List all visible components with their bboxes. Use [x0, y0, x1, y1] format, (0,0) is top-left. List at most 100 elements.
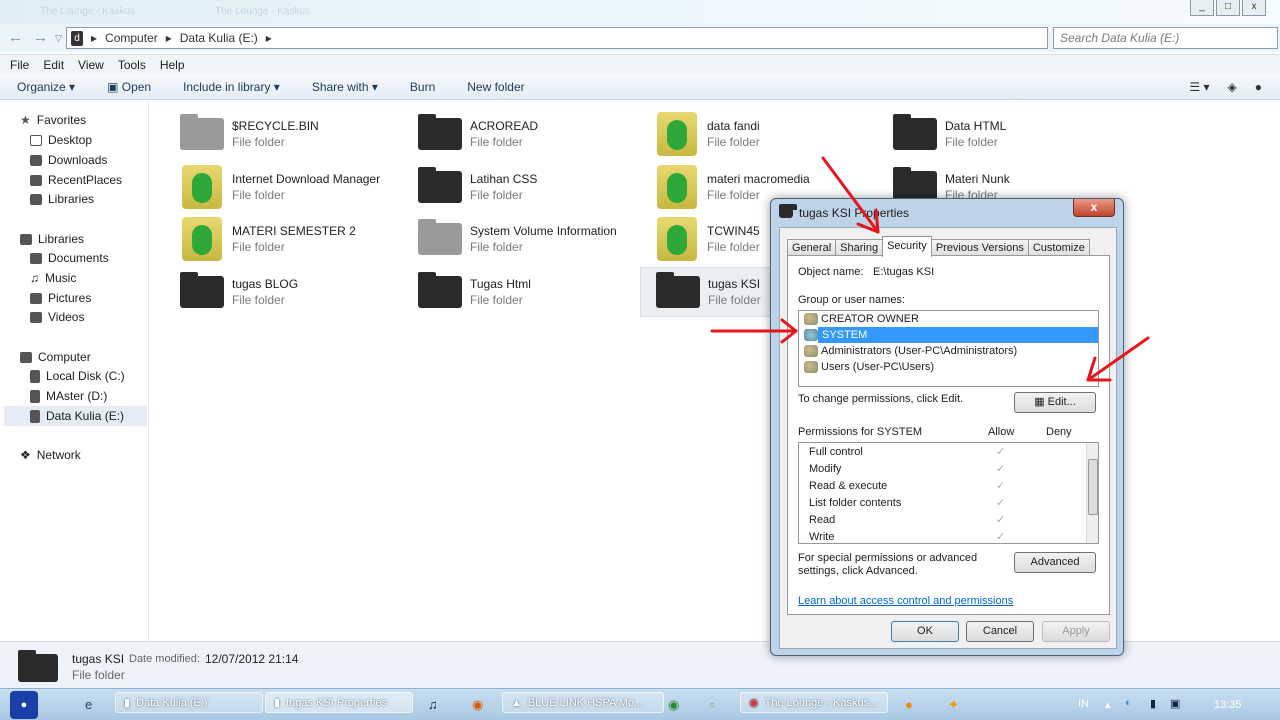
nav-music[interactable]: ♫ Music [30, 271, 76, 285]
user-item-selected[interactable]: SYSTEM [818, 327, 1098, 343]
nav-network[interactable]: ❖ Network [20, 448, 81, 462]
task-explorer[interactable]: ▮ Data Kulia (E:) [115, 692, 263, 713]
maximize-button[interactable]: □ [1216, 0, 1240, 16]
file-item[interactable]: data fandi File folder [640, 109, 870, 159]
file-item[interactable]: ACROREAD File folder [403, 109, 633, 159]
minimize-button[interactable]: _ [1190, 0, 1214, 16]
nav-documents[interactable]: Documents [30, 251, 109, 265]
file-item[interactable]: Internet Download Manager File folder [165, 162, 395, 212]
nav-computer[interactable]: Computer [20, 350, 91, 364]
firefox-icon[interactable]: ◉ [472, 697, 483, 713]
app-icon[interactable]: ◉ [668, 697, 679, 713]
clock[interactable]: 13:35 [1214, 699, 1242, 711]
nav-desktop[interactable]: Desktop [30, 133, 92, 147]
preview-pane-icon[interactable]: ◈ [1228, 80, 1237, 94]
start-button[interactable]: ● [10, 691, 38, 719]
search-input[interactable]: Search Data Kulia (E:) [1053, 27, 1278, 49]
tray-expand-icon[interactable]: ▴ [1105, 698, 1111, 711]
details-modified-label: Date modified: [129, 653, 200, 665]
recent-places-icon [30, 174, 42, 186]
cancel-button[interactable]: Cancel [966, 621, 1034, 642]
share-with-button[interactable]: Share with ▾ [312, 80, 378, 94]
background-tab-text: The Lounge - Kaskus [40, 6, 136, 17]
nav-pictures[interactable]: Pictures [30, 291, 91, 305]
dialog-title: tugas KSI Properties [799, 206, 910, 220]
organize-button[interactable]: Organize ▾ [17, 80, 75, 94]
menu-edit[interactable]: Edit [43, 58, 64, 72]
menu-view[interactable]: View [78, 58, 104, 72]
close-button[interactable]: x [1242, 0, 1266, 16]
music-icon[interactable]: ♫ [428, 697, 438, 712]
app-icon[interactable]: ● [905, 697, 913, 712]
user-item[interactable]: CREATOR OWNER [799, 311, 1098, 327]
breadcrumb-data-kulia[interactable]: Data Kulia (E:) [180, 31, 258, 45]
object-name-value: E:\tugas KSI [873, 266, 935, 278]
star-icon: ★ [20, 113, 31, 127]
menu-help[interactable]: Help [160, 58, 185, 72]
burn-button[interactable]: Burn [410, 80, 435, 94]
file-item[interactable]: MATERI SEMESTER 2 File folder [165, 214, 395, 264]
ok-button[interactable]: OK [891, 621, 959, 642]
file-item[interactable]: System Volume Information File folder [403, 214, 633, 264]
folder-icon [180, 114, 224, 150]
security-panel: Object name: E:\tugas KSI Group or user … [787, 255, 1110, 615]
background-tab-text: The Lounge - Kaskus [215, 6, 311, 17]
file-item[interactable]: Data HTML File folder [878, 109, 1108, 159]
app-icon[interactable]: ✦ [948, 697, 959, 713]
ie-icon[interactable]: e [85, 697, 92, 712]
forward-arrow-icon[interactable]: → [33, 29, 48, 46]
view-options-icon[interactable]: ☰ ▾ [1189, 80, 1209, 94]
edit-button[interactable]: ▦ Edit... [1014, 392, 1096, 413]
open-button[interactable]: ▣ Open [107, 80, 151, 94]
nav-favorites[interactable]: ★ Favorites [20, 113, 86, 127]
new-folder-button[interactable]: New folder [467, 80, 524, 94]
menu-tools[interactable]: Tools [118, 58, 146, 72]
address-input[interactable]: d ▸ Computer ▸ Data Kulia (E:) ▸ [66, 27, 1048, 49]
nav-downloads[interactable]: Downloads [30, 153, 107, 167]
task-label: tugas KSI Properties [286, 696, 387, 709]
nav-recentplaces[interactable]: RecentPlaces [30, 173, 122, 187]
battery-icon[interactable]: ▮ [1150, 697, 1156, 710]
network-tray-icon[interactable]: ◐ [1125, 697, 1132, 709]
nav-local-disk-c[interactable]: Local Disk (C:) [30, 369, 125, 383]
tab-security[interactable]: Security [882, 236, 932, 257]
user-item[interactable]: Administrators (User-PC\Administrators) [799, 343, 1098, 359]
permissions-scrollbar[interactable] [1086, 443, 1098, 543]
task-bluelink[interactable]: ▲ BLUE LINK HSPA Mo... [502, 692, 664, 713]
file-item[interactable]: tugas BLOG File folder [165, 267, 395, 317]
display-icon[interactable]: ▣ [1170, 697, 1180, 710]
nav-libraries[interactable]: Libraries [20, 232, 84, 246]
dialog-close-button[interactable]: x [1073, 199, 1115, 217]
advanced-button[interactable]: Advanced [1014, 552, 1096, 573]
allow-check-icon: ✓ [996, 463, 1006, 475]
file-item[interactable]: $RECYCLE.BIN File folder [165, 109, 395, 159]
include-in-library-button[interactable]: Include in library ▾ [183, 80, 280, 94]
file-name: Internet Download Manager [232, 172, 381, 186]
file-item[interactable]: Latihan CSS File folder [403, 162, 633, 212]
nav-master-d[interactable]: MAster (D:) [30, 389, 107, 403]
back-arrow-icon[interactable]: ← [8, 29, 23, 46]
folder-icon [180, 272, 224, 308]
nav-data-kulia-e[interactable]: Data Kulia (E:) [4, 406, 147, 426]
user-item[interactable]: Users (User-PC\Users) [799, 359, 1098, 375]
task-label: Data Kulia (E:) [136, 696, 208, 709]
file-type: File folder [470, 135, 523, 149]
access-control-link[interactable]: Learn about access control and permissio… [798, 595, 1013, 607]
allow-check-icon: ✓ [996, 446, 1006, 458]
apply-button[interactable]: Apply [1042, 621, 1110, 642]
nav-fav-libraries[interactable]: Libraries [30, 192, 94, 206]
user-list[interactable]: CREATOR OWNER SYSTEM Administrators (Use… [798, 310, 1099, 387]
nav-videos[interactable]: Videos [30, 310, 84, 324]
notepad-icon[interactable]: ▫ [710, 697, 715, 712]
frog-folder-icon [657, 165, 697, 209]
task-chrome[interactable]: ◉ The Lounge - Kaskus... [740, 692, 888, 713]
recent-pages-icon[interactable]: ▽ [55, 33, 62, 44]
file-type: File folder [232, 293, 285, 307]
language-indicator[interactable]: IN [1078, 698, 1089, 710]
file-item[interactable]: Tugas Html File folder [403, 267, 633, 317]
task-properties[interactable]: ▮ tugas KSI Properties [265, 692, 413, 713]
menu-file[interactable]: File [10, 58, 29, 72]
breadcrumb-computer[interactable]: Computer [105, 31, 158, 45]
help-icon[interactable]: ● [1255, 80, 1262, 94]
nav-label: Favorites [36, 113, 87, 127]
